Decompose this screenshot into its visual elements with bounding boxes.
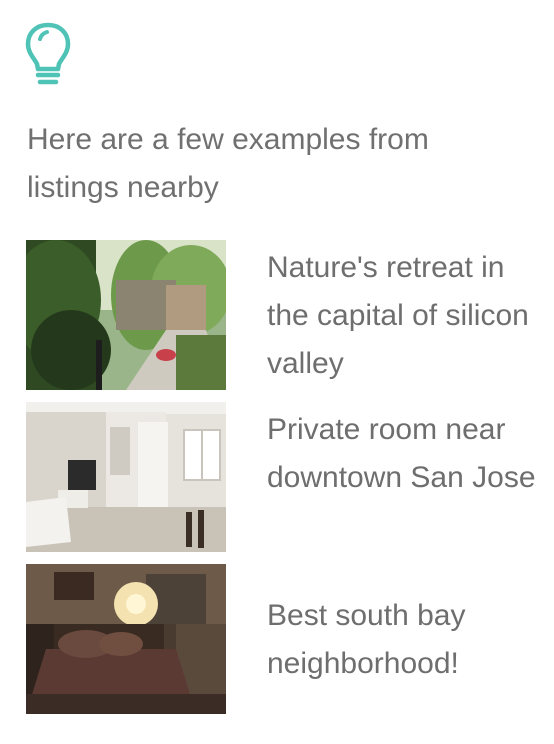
lightbulb-icon [25,22,71,85]
listing-photo-living-room[interactable] [26,402,226,552]
intro-text: Here are a few examples from listings ne… [27,123,429,204]
listing-photo-bedroom[interactable] [26,564,226,714]
listing-title[interactable]: Best south bay neighborhood! [267,592,537,688]
listing-card[interactable]: Best south bay neighborhood! [26,564,536,714]
listing-card[interactable]: Nature's retreat in the capital of silic… [26,240,536,390]
listing-title[interactable]: Nature's retreat in the capital of silic… [267,244,537,388]
listing-photo-garden[interactable] [26,240,226,390]
listing-card[interactable]: Private room near downtown San Jose [26,402,536,552]
listing-title[interactable]: Private room near downtown San Jose [267,406,537,502]
